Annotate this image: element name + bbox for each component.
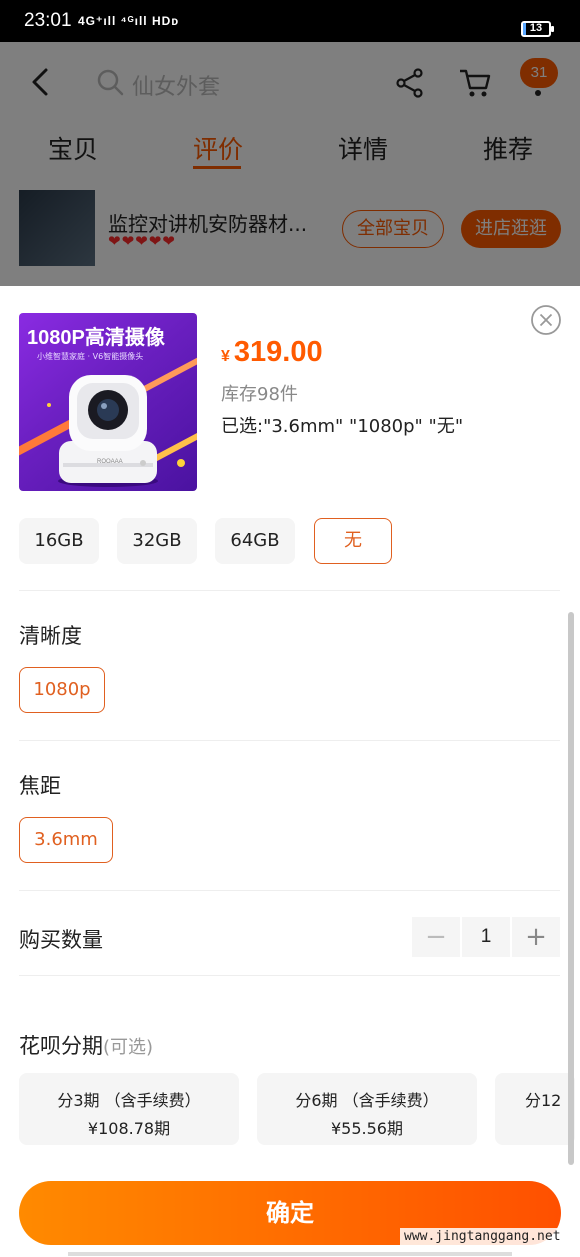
installment-option-label: 分6期 （含手续费）: [295, 1091, 439, 1110]
resolution-option-1080p[interactable]: 1080p: [19, 667, 105, 713]
watermark: www.jingtanggang.net: [400, 1228, 565, 1245]
divider: [19, 890, 560, 891]
price-amount: 319.00: [233, 336, 323, 368]
installment-option-12[interactable]: 分12: [495, 1073, 575, 1145]
signal-indicators: 4G⁺ıll ⁴ᴳıll HDᴅ: [78, 14, 180, 28]
quantity-increase-button[interactable]: +: [512, 917, 560, 957]
installment-option-3[interactable]: 分3期 （含手续费） ¥108.78期: [19, 1073, 239, 1145]
battery-percent: 13: [529, 22, 543, 34]
svg-text:ROOAAA: ROOAAA: [97, 459, 123, 465]
divider: [19, 740, 560, 741]
installment-optional-note: (可选): [103, 1037, 154, 1058]
home-indicator: [68, 1252, 512, 1256]
installment-option-6[interactable]: 分6期 （含手续费） ¥55.56期: [257, 1073, 477, 1145]
focal-length-title: 焦距: [19, 774, 61, 798]
dim-overlay[interactable]: [0, 42, 580, 286]
installment-title: 花呗分期(可选): [19, 1030, 153, 1060]
installment-option-amount: ¥55.56期: [331, 1119, 403, 1138]
sku-sheet: 1080P高清摄像 小维智慧家庭 · V6智能摄像头 ROOAAA ¥319.0…: [0, 286, 580, 1257]
installment-option-label: 分3期 （含手续费）: [57, 1091, 201, 1110]
stock-count: 库存98件: [221, 384, 298, 405]
quantity-decrease-button[interactable]: −: [412, 917, 460, 957]
quantity-title: 购买数量: [19, 928, 103, 952]
resolution-title: 清晰度: [19, 624, 82, 648]
selected-options: 已选:"3.6mm" "1080p" "无": [221, 416, 464, 437]
storage-option-32gb[interactable]: 32GB: [117, 518, 197, 564]
close-icon[interactable]: [530, 304, 562, 336]
installment-option-amount: ¥108.78期: [87, 1119, 171, 1138]
camera-illustration: ROOAAA: [19, 354, 197, 487]
product-image[interactable]: 1080P高清摄像 小维智慧家庭 · V6智能摄像头 ROOAAA: [19, 313, 197, 491]
price: ¥319.00: [221, 336, 323, 369]
scrollbar[interactable]: [568, 612, 574, 1165]
currency-symbol: ¥: [221, 348, 230, 365]
storage-option-none[interactable]: 无: [314, 518, 392, 564]
clock: 23:01: [24, 10, 72, 31]
status-bar: 23:01 4G⁺ıll ⁴ᴳıll HDᴅ 13: [0, 0, 580, 42]
battery-icon: 13: [521, 21, 554, 37]
quantity-value[interactable]: 1: [462, 917, 510, 957]
focal-option-3.6mm[interactable]: 3.6mm: [19, 817, 113, 863]
divider: [19, 975, 560, 976]
storage-option-16gb[interactable]: 16GB: [19, 518, 99, 564]
installment-title-text: 花呗分期: [19, 1034, 103, 1058]
divider: [19, 590, 560, 591]
storage-option-64gb[interactable]: 64GB: [215, 518, 295, 564]
